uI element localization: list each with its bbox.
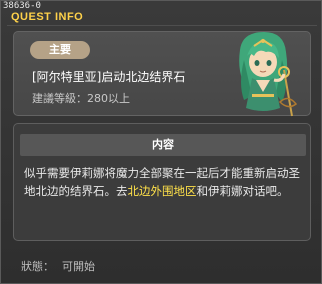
status-label: 狀態：: [21, 260, 54, 273]
quest-level-value: 280以上: [87, 92, 130, 105]
quest-content-panel: 内容 似乎需要伊莉娜将魔力全部聚在一起后才能重新启动圣地北边的结界石。去北边外围…: [13, 123, 311, 241]
quest-description: 似乎需要伊莉娜将魔力全部聚在一起后才能重新启动圣地北边的结界石。去北边外围地区和…: [24, 164, 304, 200]
quest-id: 38636-0: [3, 1, 41, 11]
quest-level-label: 建議等級：: [32, 92, 87, 105]
location-link[interactable]: 北边外围地区: [128, 184, 197, 198]
quest-name: [阿尔特里亚]启动北边结界石: [32, 70, 186, 84]
quest-status: 狀態： 可開始: [21, 258, 95, 274]
quest-level: 建議等級：280以上: [32, 90, 130, 106]
description-text-2: 和伊莉娜对话吧。: [196, 184, 289, 198]
content-heading: 内容: [20, 134, 306, 156]
window-title: QUEST INFO: [11, 11, 84, 23]
title-divider: [7, 25, 317, 26]
quest-header-panel: 主要 [阿尔特里亚]启动北边结界石 建議等級：280以上: [13, 31, 311, 117]
quest-type-badge: 主要: [30, 41, 90, 59]
quest-info-window: 38636-0 QUEST INFO 主要 [阿尔特里亚]启动北边结界石 建議等…: [0, 0, 322, 284]
status-value: 可開始: [62, 260, 95, 273]
npc-portrait-icon: [239, 32, 298, 117]
